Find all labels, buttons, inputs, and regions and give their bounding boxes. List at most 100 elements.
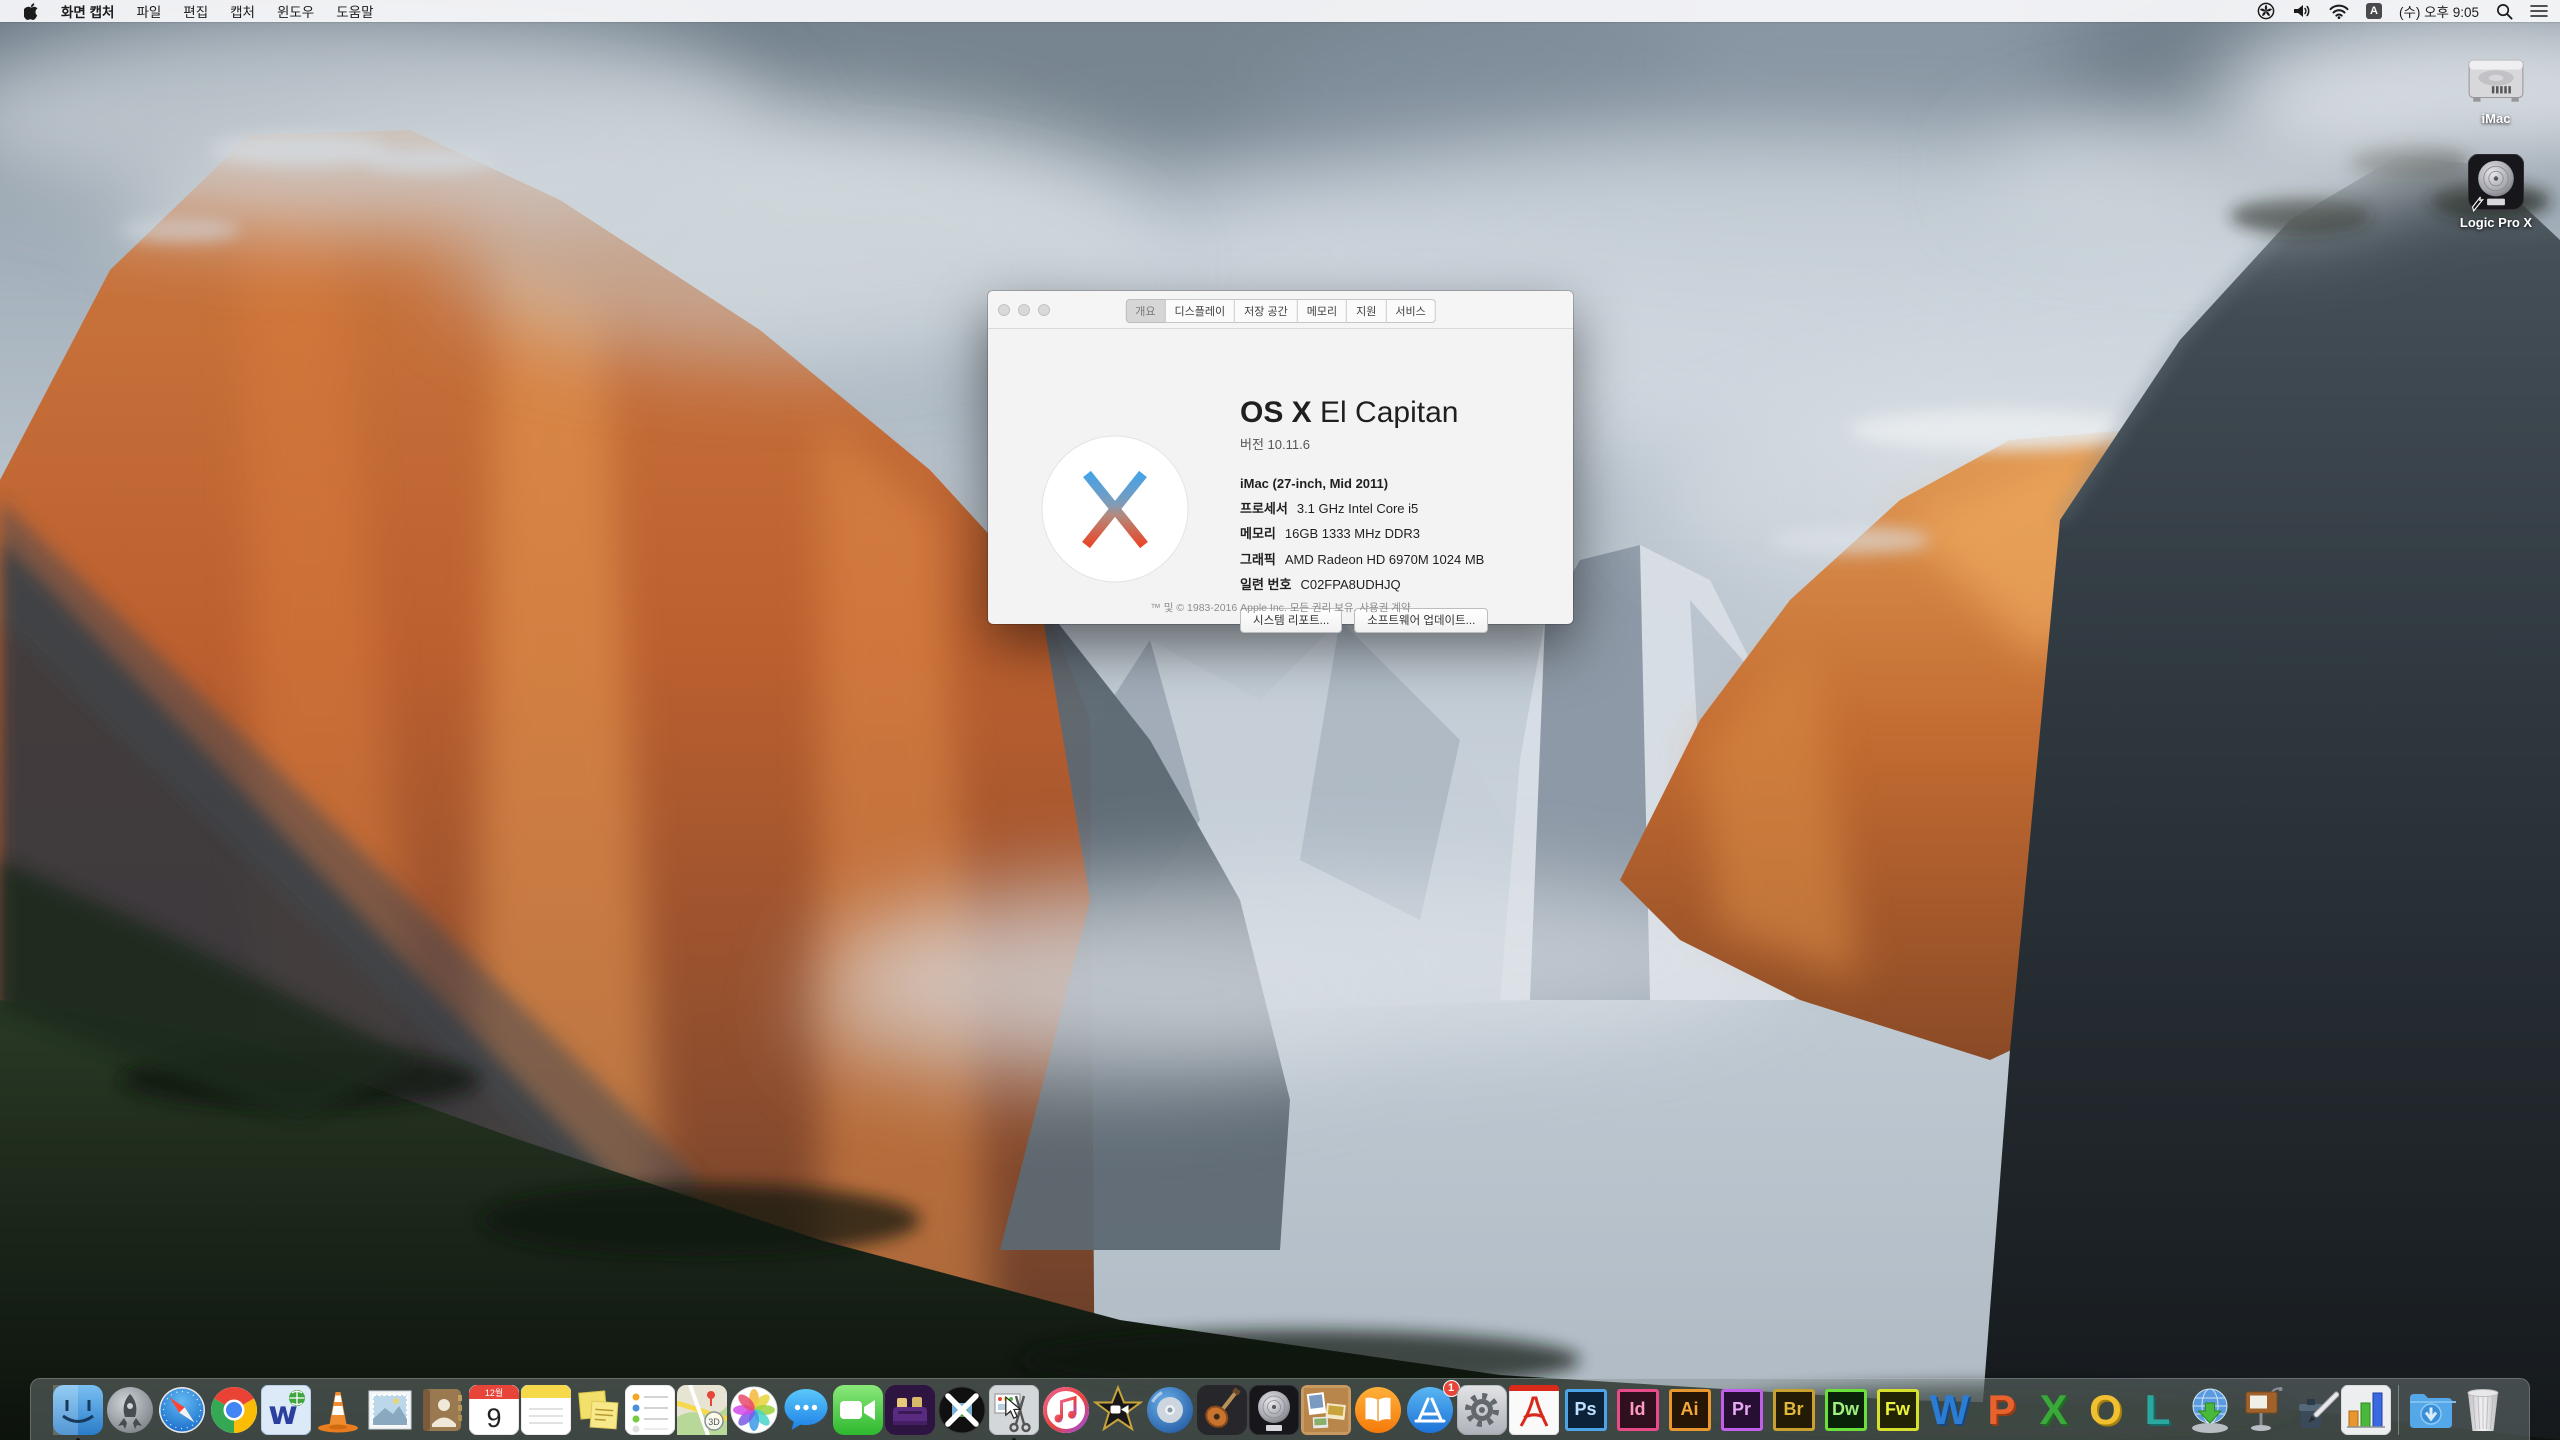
dock-item-logic-pro[interactable] — [1249, 1385, 1299, 1435]
dock: w12월93D1PsIdAiPrBrDwFwWPXOL — [30, 1378, 2530, 1440]
fan-status-icon[interactable] — [2257, 2, 2275, 20]
desktop-icon-label: iMac — [2452, 111, 2540, 126]
traffic-lights — [998, 304, 1050, 316]
dock-item-downloads[interactable] — [2406, 1385, 2456, 1435]
dock-item-photos[interactable] — [729, 1385, 779, 1435]
dock-item-numbers[interactable] — [2341, 1385, 2391, 1435]
svg-text:3D: 3D — [708, 1417, 720, 1427]
dock-item-lync[interactable]: L — [2133, 1385, 2183, 1435]
volume-icon[interactable] — [2292, 3, 2312, 19]
menu-item-0[interactable]: 파일 — [125, 1, 172, 21]
zoom-button[interactable] — [1038, 304, 1050, 316]
menu-bar: 화면 캡처 파일편집캡처윈도우도움말 A (수) 오후 9:05 — [0, 0, 2560, 22]
mac-model: iMac (27-inch, Mid 2011) — [1240, 476, 1560, 491]
dock-item-stickies[interactable] — [573, 1385, 623, 1435]
spotlight-search-icon[interactable] — [2496, 3, 2513, 20]
dock-item-powerpoint[interactable]: P — [1977, 1385, 2027, 1435]
dock-item-messages[interactable] — [781, 1385, 831, 1435]
wifi-icon[interactable] — [2329, 3, 2349, 19]
dock-item-xee[interactable] — [937, 1385, 987, 1435]
dock-item-photo-board[interactable] — [1301, 1385, 1351, 1435]
dock-item-vlc[interactable] — [313, 1385, 363, 1435]
dock-item-dreamweaver[interactable]: Dw — [1821, 1385, 1871, 1435]
spec-row-1: 메모리16GB 1333 MHz DDR3 — [1240, 523, 1560, 542]
apple-icon — [24, 3, 38, 20]
dock-item-calendar[interactable]: 12월9 — [469, 1385, 519, 1435]
about-overview-pane: OS X El Capitan 버전 10.11.6 iMac (27-inch… — [988, 329, 1573, 624]
dock-item-system-preferences[interactable] — [1457, 1385, 1507, 1435]
svg-text:9: 9 — [486, 1403, 501, 1433]
dock-item-garageband[interactable] — [1197, 1385, 1247, 1435]
dock-item-itunes[interactable] — [1041, 1385, 1091, 1435]
close-button[interactable] — [998, 304, 1010, 316]
window-titlebar[interactable]: 개요디스플레이저장 공간메모리지원서비스 — [988, 291, 1573, 329]
tab-4[interactable]: 지원 — [1347, 299, 1386, 323]
dock-item-webhard[interactable]: w — [261, 1385, 311, 1435]
dock-item-toast[interactable] — [885, 1385, 935, 1435]
dock-item-excel[interactable]: X — [2029, 1385, 2079, 1435]
menu-item-2[interactable]: 캡처 — [219, 1, 266, 21]
dock-item-finder[interactable] — [53, 1385, 103, 1435]
apple-menu[interactable] — [12, 0, 50, 22]
desktop-icon-imac-disk[interactable]: iMac — [2452, 44, 2540, 126]
dock-item-notes[interactable] — [521, 1385, 571, 1435]
dock-item-contacts[interactable] — [417, 1385, 467, 1435]
tab-0[interactable]: 개요 — [1125, 299, 1165, 323]
dock-item-photoshop[interactable]: Ps — [1561, 1385, 1611, 1435]
os-version: 버전 10.11.6 — [1240, 434, 1560, 453]
dock-item-safari[interactable] — [157, 1385, 207, 1435]
desktop-icon-logic-pro[interactable]: Logic Pro X — [2452, 148, 2540, 230]
menu-item-4[interactable]: 도움말 — [325, 1, 384, 21]
spec-row-2: 그래픽AMD Radeon HD 6970M 1024 MB — [1240, 549, 1560, 568]
active-app-menu[interactable]: 화면 캡처 — [50, 1, 125, 21]
dock-item-pages[interactable] — [2289, 1385, 2339, 1435]
copyright-footer: ™ 및 © 1983-2016 Apple Inc. 모든 권리 보유. 사용권… — [988, 600, 1573, 615]
menu-clock[interactable]: (수) 오후 9:05 — [2399, 1, 2479, 21]
about-this-mac-window: 개요디스플레이저장 공간메모리지원서비스 — [988, 291, 1573, 624]
desktop-screen: 화면 캡처 파일편집캡처윈도우도움말 A (수) 오후 9:05 — [0, 0, 2560, 1440]
mouse-cursor — [1002, 1396, 1024, 1420]
tab-1[interactable]: 디스플레이 — [1166, 299, 1236, 323]
dock-item-fireworks[interactable]: Fw — [1873, 1385, 1923, 1435]
dock-item-indesign[interactable]: Id — [1613, 1385, 1663, 1435]
dock-item-dvd-player[interactable] — [1145, 1385, 1195, 1435]
osx-x-logo — [1041, 435, 1189, 583]
menu-item-1[interactable]: 편집 — [172, 1, 219, 21]
minimize-button[interactable] — [1018, 304, 1030, 316]
dock-item-facetime[interactable] — [833, 1385, 883, 1435]
spec-row-0: 프로세서3.1 GHz Intel Core i5 — [1240, 498, 1560, 517]
dock-item-trash[interactable] — [2458, 1385, 2508, 1435]
about-tabs: 개요디스플레이저장 공간메모리지원서비스 — [1125, 299, 1435, 323]
dock-item-maps[interactable]: 3D — [677, 1385, 727, 1435]
menu-item-3[interactable]: 윈도우 — [266, 1, 325, 21]
dock-item-word[interactable]: W — [1925, 1385, 1975, 1435]
dock-item-app-store[interactable]: 1 — [1405, 1385, 1455, 1435]
tab-3[interactable]: 메모리 — [1298, 299, 1347, 323]
dock-item-chrome[interactable] — [209, 1385, 259, 1435]
dock-item-launchpad[interactable] — [105, 1385, 155, 1435]
dock-item-ibooks[interactable] — [1353, 1385, 1403, 1435]
notification-center-icon[interactable] — [2530, 4, 2548, 18]
dock-item-illustrator[interactable]: Ai — [1665, 1385, 1715, 1435]
wallpaper — [0, 0, 2560, 1440]
dock-item-outlook[interactable]: O — [2081, 1385, 2131, 1435]
dock-item-imovie[interactable] — [1093, 1385, 1143, 1435]
dock-divider — [2398, 1385, 2399, 1435]
dock-item-reminders[interactable] — [625, 1385, 675, 1435]
spec-row-3: 일련 번호C02FPA8UDHJQ — [1240, 574, 1560, 593]
desktop-icon-label: Logic Pro X — [2452, 215, 2540, 230]
dock-item-bridge[interactable]: Br — [1769, 1385, 1819, 1435]
input-source-icon[interactable]: A — [2366, 3, 2382, 19]
dock-item-keynote[interactable] — [2237, 1385, 2287, 1435]
dock-item-acrobat[interactable] — [1509, 1385, 1559, 1435]
svg-text:12월: 12월 — [484, 1387, 502, 1398]
dock-item-download-manager[interactable] — [2185, 1385, 2235, 1435]
tab-5[interactable]: 서비스 — [1386, 299, 1435, 323]
dock-item-premiere[interactable]: Pr — [1717, 1385, 1767, 1435]
tab-2[interactable]: 저장 공간 — [1235, 299, 1298, 323]
hard-drive-icon — [2452, 44, 2540, 108]
os-title: OS X El Capitan — [1240, 395, 1560, 431]
logic-pro-icon — [2452, 148, 2540, 212]
dock-item-mail[interactable] — [365, 1385, 415, 1435]
spec-list: 프로세서3.1 GHz Intel Core i5 메모리16GB 1333 MH… — [1240, 498, 1560, 594]
